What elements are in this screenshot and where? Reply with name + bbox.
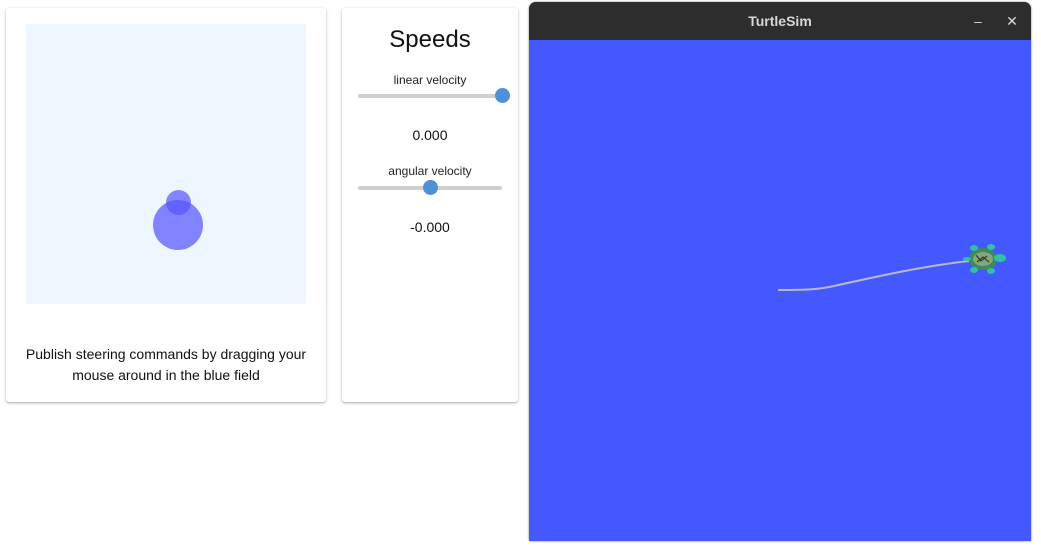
joystick-field[interactable] (26, 24, 306, 304)
simulation-canvas (777, 244, 1006, 291)
joystick-caption: Publish steering commands by dragging yo… (25, 346, 307, 383)
speeds-card: Speeds linear velocity 0.000 angular vel… (342, 8, 518, 402)
speeds-title: Speeds (389, 26, 471, 53)
turtle-icon (963, 244, 1006, 274)
linear-velocity-value: 0.000 (412, 127, 448, 143)
angular-velocity-label: angular velocity (388, 164, 472, 178)
joystick-card: Publish steering commands by dragging yo… (6, 8, 326, 402)
close-icon[interactable]: ✕ (1001, 10, 1023, 32)
turtlesim-window: TurtleSim – ✕ (529, 2, 1031, 541)
linear-velocity-thumb[interactable] (494, 88, 510, 103)
angular-velocity-thumb[interactable] (422, 180, 438, 195)
angular-velocity-slider[interactable] (358, 180, 502, 195)
joystick-handle[interactable] (166, 190, 191, 215)
angular-velocity-value: -0.000 (410, 219, 450, 235)
turtle-trail (777, 260, 970, 291)
linear-velocity-label: linear velocity (393, 73, 467, 87)
linear-velocity-slider[interactable] (358, 88, 510, 103)
window-title: TurtleSim (748, 13, 812, 29)
minimize-icon[interactable]: – (967, 10, 989, 32)
title-bar[interactable]: TurtleSim – ✕ (529, 2, 1031, 40)
